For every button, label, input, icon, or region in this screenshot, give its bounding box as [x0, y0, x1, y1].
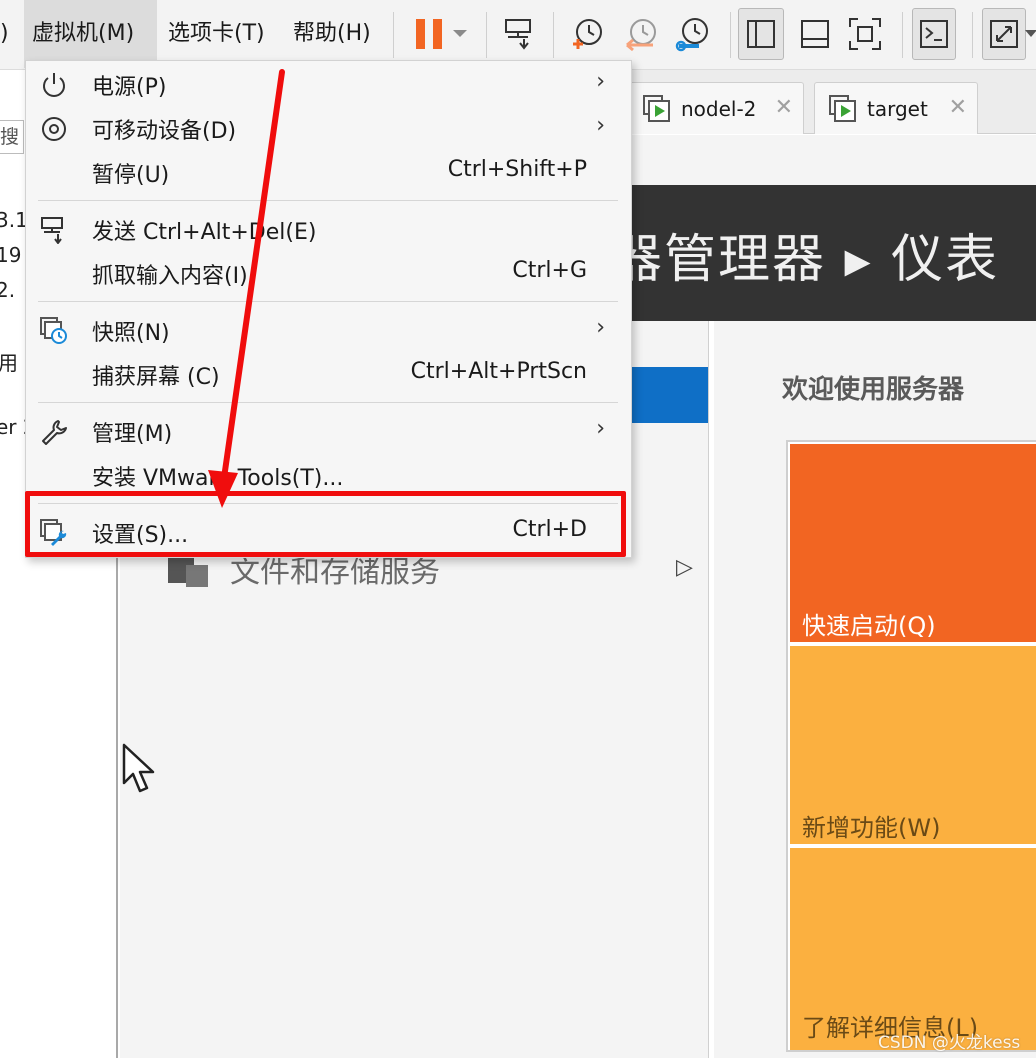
toolbar-separator	[553, 12, 554, 58]
expand-arrow-icon[interactable]: ▷	[676, 555, 693, 580]
vm-menu-dropdown: 电源(P) › 可移动设备(D) › 暂停(U) Ctrl+Shift+P 发送…	[25, 60, 632, 558]
server-manager-title: 器管理器 ▸ 仪表	[610, 230, 1000, 290]
menu-item-label: 安装 VMware Tools(T)...	[92, 466, 344, 491]
toolbar-separator	[902, 12, 903, 58]
file-storage-icon	[168, 557, 208, 587]
dropdown-caret-icon	[1025, 30, 1036, 37]
library-item-text[interactable]: 2.	[0, 278, 15, 302]
toolbar-separator	[486, 12, 487, 58]
view-fullscreen-icon	[849, 18, 881, 50]
tab-label: target	[867, 96, 928, 121]
library-item-text[interactable]: 19	[0, 243, 21, 267]
menu-item-label: 暂停(U)	[92, 163, 170, 188]
menu-item-label: 捕获屏幕 (C)	[92, 365, 220, 390]
welcome-heading: 欢迎使用服务器	[782, 375, 965, 405]
menu-item-label: 电源(P)	[92, 75, 167, 100]
menu-item-power[interactable]: 电源(P) ›	[26, 63, 631, 107]
tile-quick-start[interactable]: 快速启动(Q)	[790, 444, 1036, 642]
snapshot-manager-button[interactable]	[668, 8, 718, 60]
power-icon	[43, 73, 65, 97]
view-console-icon	[801, 20, 829, 48]
menu-item-shortcut: Ctrl+Alt+PrtScn	[410, 359, 587, 384]
menu-item-label: 可移动设备(D)	[92, 119, 237, 144]
submenu-arrow-icon: ›	[596, 69, 605, 94]
menu-item-shortcut: Ctrl+G	[512, 258, 587, 283]
snapshot-manager-icon	[675, 18, 708, 52]
dropdown-caret-icon	[453, 30, 467, 37]
library-item-text[interactable]: 用	[0, 347, 18, 376]
menu-separator	[38, 200, 618, 201]
snapshot-icon	[40, 317, 67, 344]
removable-device-icon	[42, 117, 66, 141]
menu-item-capture-screen[interactable]: 捕获屏幕 (C) Ctrl+Alt+PrtScn	[26, 353, 631, 397]
menu-tabs[interactable]: 选项卡(T)	[160, 0, 273, 68]
send-ctrl-alt-del-button[interactable]	[494, 8, 544, 60]
revert-snapshot-button[interactable]	[616, 8, 666, 60]
submenu-arrow-icon: ›	[596, 113, 605, 138]
menu-item-send-ctrl-alt-del[interactable]: 发送 Ctrl+Alt+Del(E)	[26, 208, 631, 252]
fullscreen-button[interactable]	[840, 8, 890, 60]
menu-vm[interactable]: 虚拟机(M)	[24, 0, 157, 68]
toolbar-separator	[393, 12, 394, 58]
vm-running-icon	[829, 94, 856, 122]
view-sidebar-icon	[747, 20, 775, 48]
library-item-text[interactable]: 3.1	[0, 208, 28, 232]
watermark: CSDN @火龙kess	[878, 1033, 1021, 1053]
menu-item-shortcut: Ctrl+Shift+P	[447, 157, 587, 182]
tab-nodel-2[interactable]: nodel-2 ✕	[628, 82, 804, 134]
menu-item-snapshot[interactable]: 快照(N) ›	[26, 309, 631, 353]
view-console-button[interactable]	[790, 8, 840, 60]
snapshot-revert-icon	[626, 19, 656, 52]
submenu-arrow-icon: ›	[596, 315, 605, 340]
menu-item-label: 快照(N)	[92, 321, 170, 346]
menu-separator	[38, 402, 618, 403]
vm-running-icon	[643, 94, 670, 122]
quick-start-tiles: 快速启动(Q) 新增功能(W) 了解详细信息(L)	[786, 440, 1036, 1052]
toolbar-overflow-button[interactable]	[1024, 8, 1036, 60]
close-icon[interactable]: ✕	[775, 96, 793, 120]
tile-label: 快速启动(Q)	[802, 612, 936, 640]
toolbar-separator	[972, 12, 973, 58]
mouse-cursor-icon	[122, 743, 155, 793]
menu-item-grab-input[interactable]: 抓取输入内容(I) Ctrl+G	[26, 252, 631, 296]
menu-item-pause[interactable]: 暂停(U) Ctrl+Shift+P	[26, 151, 631, 195]
view-sidebar-button[interactable]	[738, 8, 784, 60]
menu-separator	[38, 301, 618, 302]
tab-target[interactable]: target ✕	[814, 82, 978, 134]
toolbar-separator	[730, 12, 731, 58]
menu-item-label: 发送 Ctrl+Alt+Del(E)	[92, 220, 317, 245]
terminal-icon	[920, 20, 948, 48]
tab-label: nodel-2	[681, 96, 757, 121]
menu-item-label: 抓取输入内容(I)	[92, 264, 248, 289]
menu-item-manage[interactable]: 管理(M) ›	[26, 410, 631, 454]
tile-learn-more[interactable]: 了解详细信息(L)	[790, 848, 1036, 1050]
wrench-icon	[42, 420, 67, 445]
menu-view-fragment[interactable]: )	[0, 0, 17, 68]
stretch-button[interactable]	[982, 8, 1026, 60]
guest-pane-divider	[708, 321, 714, 1058]
menu-help[interactable]: 帮助(H)	[285, 0, 379, 68]
pause-dropdown-button[interactable]	[440, 8, 480, 60]
take-snapshot-button[interactable]	[562, 8, 612, 60]
menu-item-label: 管理(M)	[92, 422, 173, 447]
library-search-input[interactable]: 搜	[0, 120, 24, 154]
close-icon[interactable]: ✕	[949, 96, 967, 120]
menu-item-removable-devices[interactable]: 可移动设备(D) ›	[26, 107, 631, 151]
send-keys-icon	[41, 217, 63, 244]
submenu-arrow-icon: ›	[596, 416, 605, 441]
stretch-icon	[990, 20, 1018, 48]
console-view-button[interactable]	[912, 8, 956, 60]
send-keys-icon	[505, 19, 531, 50]
snapshot-take-icon	[573, 19, 602, 49]
annotation-highlight-box	[25, 491, 626, 557]
tile-whats-new[interactable]: 新增功能(W)	[790, 646, 1036, 844]
tile-label: 新增功能(W)	[802, 814, 941, 842]
